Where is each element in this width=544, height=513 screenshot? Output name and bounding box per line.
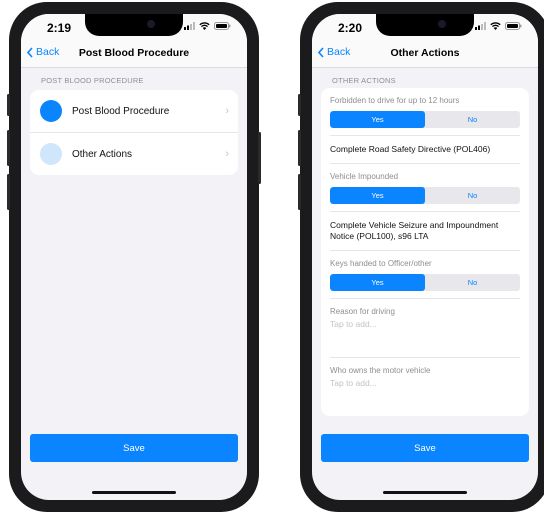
- no-segment[interactable]: No: [425, 274, 520, 291]
- field-placeholder[interactable]: Tap to add...: [330, 375, 520, 416]
- list-item-label: Post Blood Procedure: [72, 105, 170, 117]
- directive-road-safety: Complete Road Safety Directive (POL406): [330, 136, 520, 164]
- vehicle-owner-field[interactable]: Who owns the motor vehicle Tap to add...: [330, 358, 520, 416]
- navigation-bar: Back Post Blood Procedure: [21, 40, 247, 68]
- other-actions-form: Forbidden to drive for up to 12 hours Ye…: [321, 88, 529, 416]
- phone-left: 2:19 Back Post Blood Procedure POST BLOO…: [7, 2, 261, 512]
- camera-icon: [438, 20, 446, 28]
- mute-switch: [7, 94, 10, 116]
- volume-up-button: [7, 130, 10, 166]
- volume-down-button: [7, 174, 10, 210]
- battery-icon: [505, 22, 522, 30]
- wifi-icon: [199, 22, 210, 30]
- nav-title: Post Blood Procedure: [78, 47, 190, 59]
- status-icons: [184, 22, 231, 30]
- no-segment[interactable]: No: [425, 187, 520, 204]
- navigation-bar: Back Other Actions: [312, 40, 538, 68]
- signal-icon: [475, 22, 486, 30]
- chevron-right-icon: ›: [225, 105, 229, 117]
- screen-post-blood-procedure: 2:19 Back Post Blood Procedure POST BLOO…: [21, 14, 247, 500]
- notch: [85, 14, 183, 36]
- yes-no-segmented-control: Yes No: [330, 187, 520, 204]
- volume-down-button: [298, 174, 301, 210]
- chevron-right-icon: ›: [225, 148, 229, 160]
- phone-right: 2:20 Back Other Actions OTHER ACTIONS Fo…: [298, 2, 544, 512]
- field-placeholder[interactable]: Tap to add...: [330, 316, 520, 357]
- yes-no-segmented-control: Yes No: [330, 111, 520, 128]
- power-button: [258, 132, 261, 184]
- question-forbidden-to-drive: Forbidden to drive for up to 12 hours Ye…: [330, 88, 520, 136]
- battery-icon: [214, 22, 231, 30]
- mute-switch: [298, 94, 301, 116]
- home-indicator: [383, 491, 467, 494]
- wifi-icon: [490, 22, 501, 30]
- question-vehicle-impounded: Vehicle Impounded Yes No: [330, 164, 520, 212]
- directive-text: Complete Vehicle Seizure and Impoundment…: [330, 220, 499, 241]
- directive-vehicle-seizure: Complete Vehicle Seizure and Impoundment…: [330, 212, 520, 251]
- screen-other-actions: 2:20 Back Other Actions OTHER ACTIONS Fo…: [312, 14, 538, 500]
- section-header: POST BLOOD PROCEDURE: [41, 76, 144, 85]
- directive-text: Complete Road Safety Directive (POL406): [330, 144, 491, 154]
- field-label: Reason for driving: [330, 307, 395, 316]
- question-keys-handed: Keys handed to Officer/other Yes No: [330, 251, 520, 299]
- status-icons: [475, 22, 522, 30]
- volume-up-button: [298, 130, 301, 166]
- save-button[interactable]: Save: [321, 434, 529, 462]
- list-item-label: Other Actions: [72, 148, 133, 160]
- signal-icon: [184, 22, 195, 30]
- section-header: OTHER ACTIONS: [332, 76, 396, 85]
- home-indicator: [92, 491, 176, 494]
- yes-segment[interactable]: Yes: [330, 111, 425, 128]
- no-segment[interactable]: No: [425, 111, 520, 128]
- status-dot: [40, 100, 62, 122]
- question-label: Keys handed to Officer/other: [330, 259, 432, 268]
- status-time: 2:19: [47, 21, 72, 35]
- reason-for-driving-field[interactable]: Reason for driving Tap to add...: [330, 299, 520, 358]
- status-time: 2:20: [338, 21, 363, 35]
- list-item-post-blood-procedure[interactable]: Post Blood Procedure ›: [30, 90, 238, 133]
- list-item-other-actions[interactable]: Other Actions ›: [30, 133, 238, 175]
- procedure-list: Post Blood Procedure › Other Actions ›: [30, 90, 238, 175]
- camera-icon: [147, 20, 155, 28]
- status-dot: [40, 143, 62, 165]
- nav-title: Other Actions: [390, 47, 460, 59]
- yes-segment[interactable]: Yes: [330, 187, 425, 204]
- notch: [376, 14, 474, 36]
- save-button[interactable]: Save: [30, 434, 238, 462]
- yes-segment[interactable]: Yes: [330, 274, 425, 291]
- field-label: Who owns the motor vehicle: [330, 366, 431, 375]
- yes-no-segmented-control: Yes No: [330, 274, 520, 291]
- question-label: Forbidden to drive for up to 12 hours: [330, 96, 460, 105]
- question-label: Vehicle Impounded: [330, 172, 399, 181]
